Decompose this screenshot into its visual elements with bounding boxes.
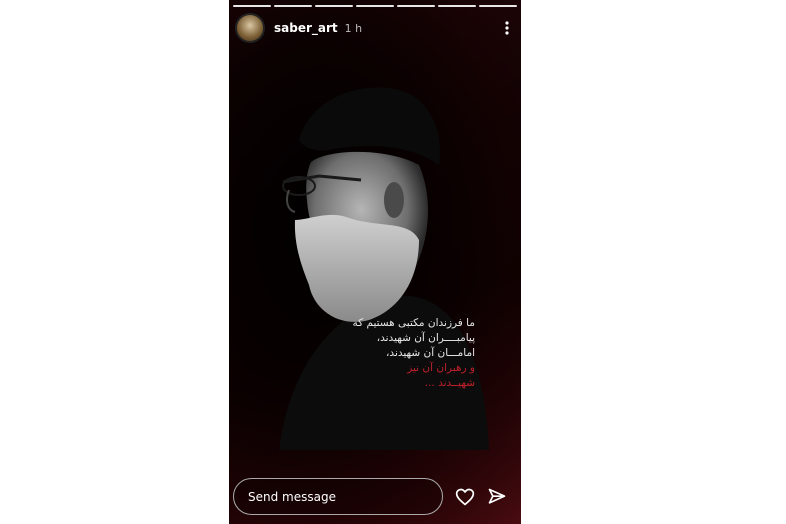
- send-icon[interactable]: [487, 487, 507, 507]
- send-message-placeholder: Send message: [248, 489, 336, 504]
- story-footer: Send message: [229, 0, 521, 524]
- send-message-input[interactable]: Send message: [233, 478, 443, 515]
- heart-icon[interactable]: [455, 487, 475, 507]
